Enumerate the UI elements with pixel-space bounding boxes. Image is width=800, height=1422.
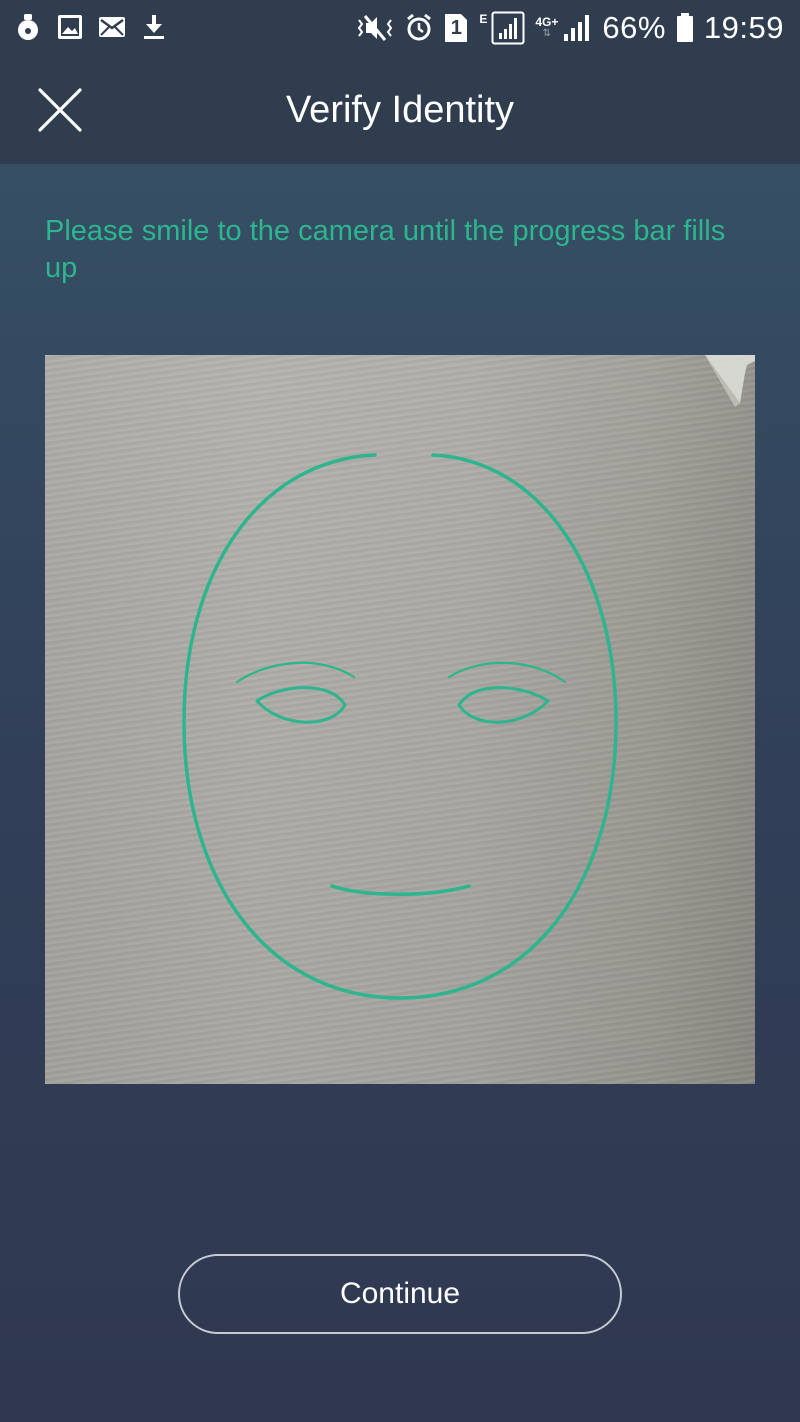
status-left-icons [14,10,168,44]
close-icon [38,88,82,132]
download-icon [140,10,168,44]
left-eye-lower [255,699,347,724]
left-eyebrow [235,661,356,684]
close-button[interactable] [30,80,90,140]
battery-icon [676,13,694,43]
status-right-icons: 1 E 4G+ ⇅ 66% 19:59 [355,6,784,50]
sim-icon: 1 [443,12,469,44]
battery-percent: 66% [602,10,666,45]
vibrate-mute-icon [355,12,395,44]
status-clock: 19:59 [703,10,784,45]
mail-icon [98,10,126,44]
sim-slot-label: 1 [450,16,462,39]
signal-icon: E [479,11,525,45]
right-eye-upper [457,686,550,707]
right-eye-lower [457,699,550,724]
instruction-text: Please smile to the camera until the pro… [45,215,726,284]
app-header: Verify Identity [0,56,800,164]
face-guide-outline [182,453,618,1000]
status-bar: 1 E 4G+ ⇅ 66% 19:59 [0,0,800,56]
signal-4g-icon: 4G+ ⇅ [535,13,592,43]
network-4g-label: 4G+ [535,15,559,29]
page-title: Verify Identity [285,89,515,131]
mouth [330,884,471,896]
gallery-icon [56,10,84,44]
right-eyebrow [447,661,567,684]
notification-icon [14,10,42,44]
face-outline [182,453,618,1000]
network-e-label: E [479,12,488,26]
camera-preview [45,355,755,1084]
continue-button[interactable]: Continue [178,1254,622,1334]
left-eye-upper [255,686,347,707]
alarm-icon [405,13,433,43]
